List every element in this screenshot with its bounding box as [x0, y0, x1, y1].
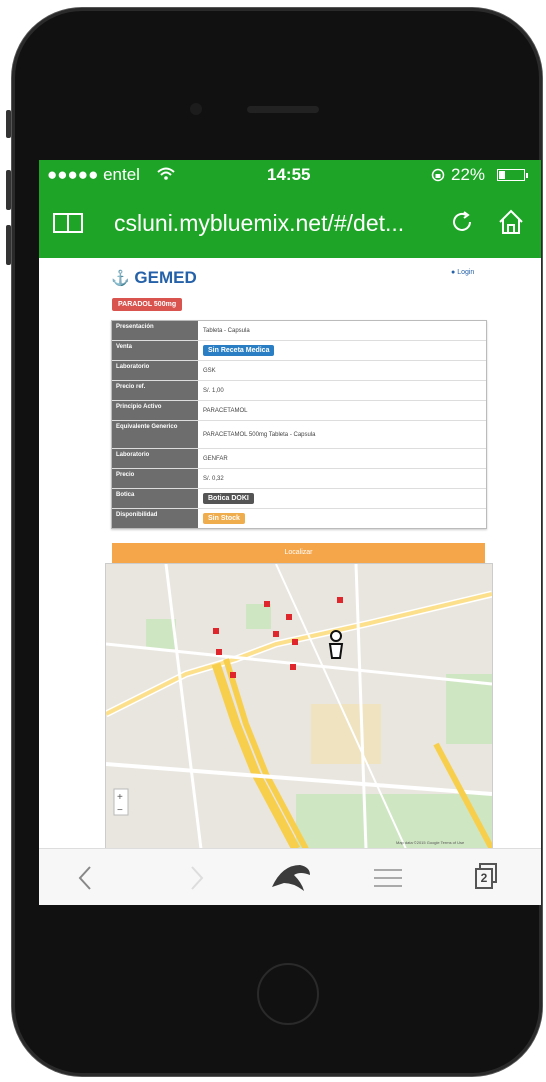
battery-icon	[497, 169, 528, 181]
detail-row: Precio ref. S/. 1,00	[112, 381, 486, 401]
detail-row: Equivalente Generico PARACETAMOL 500mg T…	[112, 421, 486, 449]
home-button[interactable]	[257, 963, 319, 1025]
wifi-icon	[157, 167, 175, 180]
detail-value: GENFAR	[203, 455, 228, 462]
detail-row: Venta Sin Receta Medica	[112, 341, 486, 361]
volume-up-button	[6, 170, 11, 210]
map-attribution: Map data ©2015 Google Terms of Use	[396, 840, 465, 845]
login-label: Login	[457, 269, 475, 276]
browser-toolbar: 2	[39, 848, 541, 905]
detail-label: Botica	[112, 489, 198, 508]
detail-label: Precio	[112, 469, 198, 488]
detail-label: Precio ref.	[112, 381, 198, 400]
pharmacy-pin	[337, 597, 343, 603]
detail-label: Equivalente Generico	[112, 421, 198, 448]
detail-value: S/. 1,00	[203, 387, 224, 394]
pharmacy-pin	[273, 631, 279, 637]
pharmacy-pin	[292, 639, 298, 645]
detail-label: Laboratorio	[112, 361, 198, 380]
detail-value: PARACETAMOL 500mg Tableta - Capsula	[203, 431, 316, 438]
detail-label: Disponibilidad	[112, 509, 198, 528]
pharmacy-badge: Botica DOKI	[203, 493, 254, 504]
site-logo[interactable]: ⚓ GEMED	[111, 268, 197, 288]
tabs-count: 2	[475, 868, 493, 889]
stock-badge: Sin Stock	[203, 513, 245, 524]
clock: 14:55	[267, 165, 311, 184]
user-location-icon	[328, 630, 344, 659]
home-icon[interactable]	[497, 208, 525, 236]
drug-details-table: Presentación Tableta - Capsula Venta Sin…	[111, 320, 487, 529]
menu-icon[interactable]	[372, 867, 404, 889]
earpiece	[247, 106, 319, 113]
pharmacy-pin	[230, 672, 236, 678]
logo-text: GEMED	[134, 268, 197, 287]
browser-address-bar: csluni.mybluemix.net/#/det...	[39, 190, 541, 258]
detail-row: Disponibilidad Sin Stock	[112, 509, 486, 528]
screen: ●●●●● entel 14:55 22% csluni.mybluemix.n…	[39, 160, 541, 905]
detail-label: Laboratorio	[112, 449, 198, 468]
pharmacy-pin	[213, 628, 219, 634]
detail-row: Precio S/. 0,32	[112, 469, 486, 489]
detail-row: Laboratorio GSK	[112, 361, 486, 381]
zoom-out-button: −	[117, 805, 123, 816]
rotation-lock-icon	[431, 168, 445, 182]
detail-value: Tableta - Capsula	[203, 327, 250, 334]
detail-row: Presentación Tableta - Capsula	[112, 321, 486, 341]
sale-type-badge: Sin Receta Medica	[203, 345, 275, 356]
zoom-in-button: +	[117, 792, 123, 803]
pharmacy-pin	[286, 614, 292, 620]
bookmarks-icon[interactable]	[53, 212, 83, 234]
map-canvas[interactable]: + − Map data ©2015 Google Terms of Use	[106, 564, 492, 849]
detail-row: Principio Activo PARACETAMOL	[112, 401, 486, 421]
volume-down-button	[6, 225, 11, 265]
map[interactable]: + − Map data ©2015 Google Terms of Use	[105, 563, 493, 850]
tabs-button[interactable]: 2	[475, 863, 499, 889]
detail-row: Botica Botica DOKI	[112, 489, 486, 509]
carrier: ●●●●● entel	[47, 165, 140, 184]
back-icon[interactable]	[77, 865, 93, 891]
status-bar: ●●●●● entel 14:55 22%	[39, 160, 541, 190]
pharmacy-pin	[216, 649, 222, 655]
anchor-icon: ⚓	[111, 270, 130, 287]
battery-percent: 22%	[451, 165, 486, 184]
reload-icon[interactable]	[450, 210, 474, 234]
mute-switch	[6, 110, 11, 138]
pharmacy-pin	[264, 601, 270, 607]
detail-value: S/. 0,32	[203, 475, 224, 482]
detail-label: Venta	[112, 341, 198, 360]
detail-row: Laboratorio GENFAR	[112, 449, 486, 469]
url-field[interactable]: csluni.mybluemix.net/#/det...	[114, 210, 404, 237]
detail-value: GSK	[203, 367, 216, 374]
user-icon: ●	[451, 269, 456, 276]
drug-name-badge: PARADOL 500mg	[112, 298, 183, 311]
detail-label: Presentación	[112, 321, 198, 340]
login-link[interactable]: ● Login	[451, 269, 474, 276]
front-camera	[190, 103, 202, 115]
locate-button[interactable]: Localizar	[112, 543, 485, 563]
pharmacy-pin	[290, 664, 296, 670]
forward-icon[interactable]	[189, 865, 205, 891]
detail-label: Principio Activo	[112, 401, 198, 420]
web-page: ⚓ GEMED ● Login PARADOL 500mg Presentaci…	[39, 258, 541, 850]
detail-value: PARACETAMOL	[203, 407, 248, 414]
dolphin-icon[interactable]	[270, 861, 312, 893]
